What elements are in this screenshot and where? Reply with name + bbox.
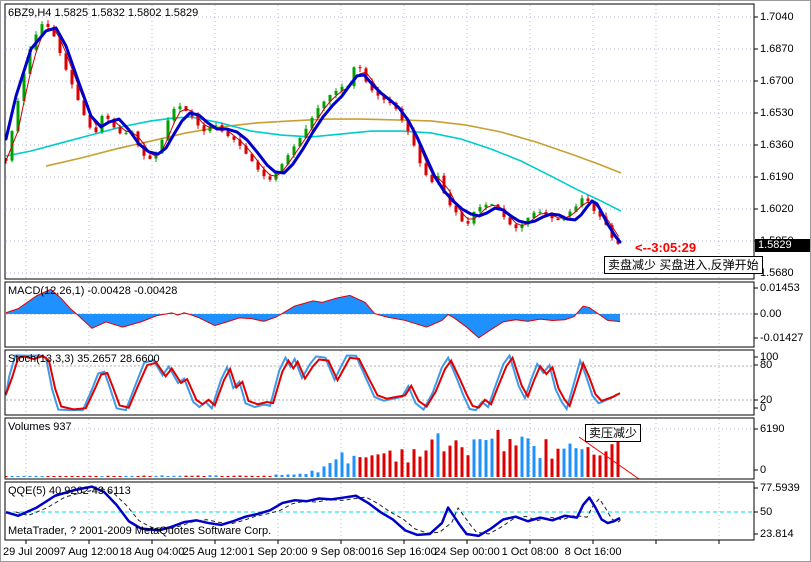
chart-canvas[interactable] — [1, 1, 811, 562]
axis-label-main: 1.6700 — [760, 75, 794, 87]
axis-label-qqe: 23.814 — [760, 528, 794, 540]
axis-label-macd: 0.00 — [760, 308, 782, 320]
axis-label-stoch: 0 — [760, 402, 767, 414]
axis-label-main: 1.6530 — [760, 107, 794, 119]
macd-indicator-label: MACD(12,26,1) -0.00428 -0.00428 — [8, 285, 178, 297]
time-axis-label: 7 Aug 12:00 — [59, 546, 119, 558]
time-axis-label: 1 Oct 08:00 — [501, 546, 559, 558]
copyright-label: MetaTrader, ? 2001-2009 MetaQuotes Softw… — [8, 525, 272, 537]
time-axis-label: 24 Sep 00:00 — [434, 546, 500, 558]
axis-label-volumes: 6190 — [760, 423, 785, 435]
axis-label-main: 1.6020 — [760, 203, 794, 215]
time-axis-label: 9 Sep 08:00 — [311, 546, 371, 558]
main-chart-note[interactable]: 卖盘减少 买盘进入,反弹开始 — [604, 256, 763, 274]
axis-label-macd: 0.01453 — [760, 282, 800, 294]
axis-label-qqe: 77.5939 — [760, 482, 800, 494]
qqe-indicator-label: QQE(5) 40.9262 43.6113 — [8, 485, 131, 497]
axis-label-main: 1.6870 — [760, 43, 794, 55]
axis-label-qqe: 50 — [760, 506, 773, 518]
candle-countdown-annotation[interactable]: <--3:05:29 — [635, 240, 696, 255]
chart-window: 6BZ9,H4 1.5825 1.5832 1.5802 1.5829 MACD… — [0, 0, 811, 562]
volume-note[interactable]: 卖压减少 — [585, 424, 642, 442]
axis-label-main: 1.7040 — [760, 11, 794, 23]
time-axis-label: 1 Sep 20:00 — [248, 546, 308, 558]
current-price-marker: 1.5829 — [755, 239, 810, 252]
time-axis-label: 18 Aug 04:00 — [119, 546, 185, 558]
axis-label-main: 1.5680 — [760, 267, 794, 279]
time-axis-label: 25 Aug 12:00 — [182, 546, 248, 558]
time-axis-label: 16 Sep 16:00 — [371, 546, 437, 558]
volumes-indicator-label: Volumes 937 — [8, 421, 72, 433]
axis-label-volumes: 0 — [760, 464, 767, 476]
axis-label-stoch: 80 — [760, 359, 773, 371]
time-axis-label: 29 Jul 2009 — [3, 546, 60, 558]
stoch-indicator-label: Stoch(13,3,3) 35.2657 28.6600 — [8, 353, 160, 365]
time-axis-label: 8 Oct 16:00 — [564, 546, 622, 558]
axis-label-main: 1.6190 — [760, 171, 794, 183]
axis-label-macd: -0.01427 — [760, 332, 804, 344]
symbol-ohlc-label: 6BZ9,H4 1.5825 1.5832 1.5802 1.5829 — [8, 7, 199, 19]
axis-label-main: 1.6360 — [760, 139, 794, 151]
